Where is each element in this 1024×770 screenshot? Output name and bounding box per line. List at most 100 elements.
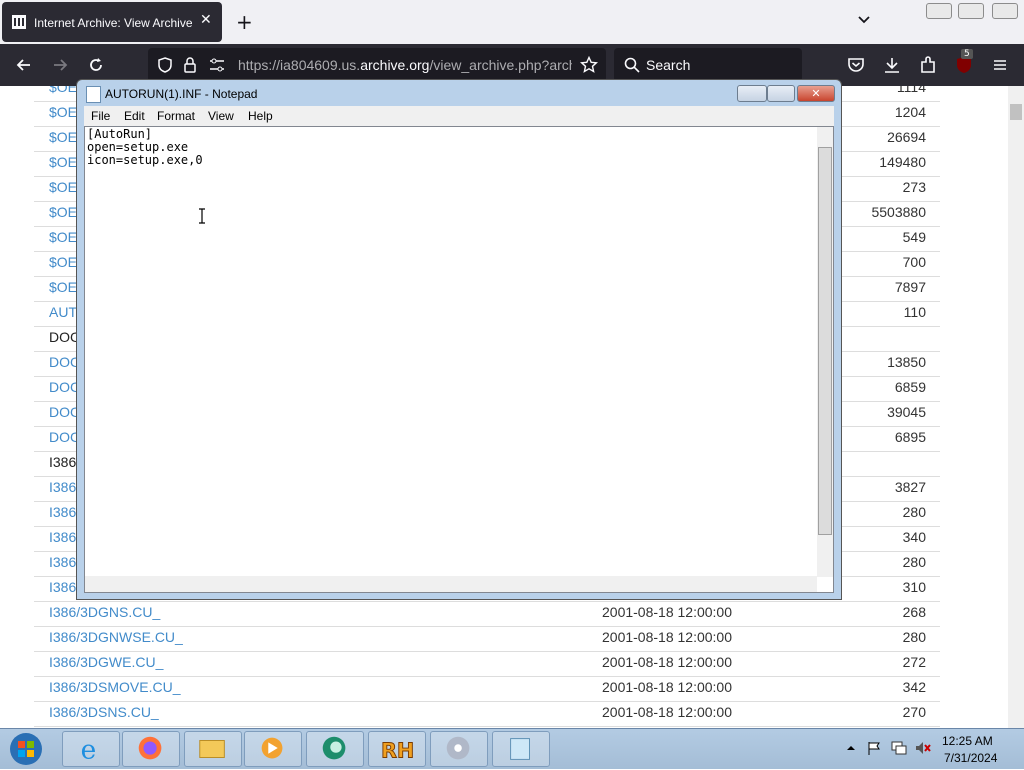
close-tab-icon[interactable]: ✕ — [200, 12, 212, 28]
chevron-up-icon[interactable] — [846, 743, 856, 753]
url-bar[interactable]: https://ia804609.us.archive.org/view_arc… — [148, 48, 606, 82]
firefox-icon[interactable] — [122, 731, 180, 767]
shield-icon[interactable] — [156, 56, 174, 74]
file-name-link[interactable]: $OE — [49, 129, 77, 145]
file-size: 26694 — [887, 129, 926, 145]
back-icon[interactable] — [14, 55, 34, 75]
pocket-icon[interactable] — [846, 55, 866, 75]
lock-icon[interactable] — [182, 56, 198, 74]
text-cursor-icon — [199, 208, 205, 224]
file-name-link[interactable]: I386 — [49, 529, 76, 545]
new-tab-button[interactable]: + — [236, 10, 253, 34]
file-name-link[interactable]: I386 — [49, 504, 76, 520]
file-size: 273 — [902, 179, 926, 195]
search-placeholder: Search — [646, 57, 691, 73]
media-player-icon[interactable] — [244, 731, 302, 767]
window-close-button[interactable] — [992, 3, 1018, 19]
file-name-link[interactable]: I386/3DSNS.CU_ — [49, 704, 159, 720]
forward-icon[interactable] — [50, 55, 70, 75]
table-row: I386/3DGNWSE.CU_ 2001-08-18 12:00:00 280 — [34, 626, 940, 652]
file-name-link[interactable]: $OE — [49, 179, 77, 195]
tab-internet-archive[interactable]: Internet Archive: View Archive ✕ — [2, 2, 222, 42]
file-size: 3827 — [894, 479, 926, 495]
window-restore-button[interactable] — [958, 3, 984, 19]
notepad-horizontal-scrollbar[interactable] — [85, 576, 817, 592]
file-date: 2001-08-18 12:00:00 — [602, 679, 732, 695]
notepad-text-area[interactable]: [AutoRun] open=setup.exe icon=setup.exe,… — [84, 126, 834, 593]
file-size: 7897 — [894, 279, 926, 295]
chevron-down-icon[interactable] — [856, 12, 872, 28]
page-scrollbar[interactable] — [1008, 86, 1024, 728]
file-size: 39045 — [887, 404, 926, 420]
notepad-close-button[interactable]: ✕ — [797, 85, 835, 102]
clock-time[interactable]: 12:25 AM — [942, 734, 993, 748]
notepad-window: AUTORUN(1).INF - Notepad ✕ File Edit For… — [76, 79, 842, 600]
app-icon[interactable] — [306, 731, 364, 767]
url-text[interactable]: https://ia804609.us.archive.org/view_arc… — [238, 57, 572, 73]
downloads-icon[interactable] — [882, 55, 902, 75]
extensions-icon[interactable] — [918, 55, 938, 75]
file-name-link[interactable]: I386 — [49, 554, 76, 570]
file-date: 2001-08-18 12:00:00 — [602, 704, 732, 720]
ie-icon[interactable]: e — [62, 731, 120, 767]
notepad-icon[interactable] — [492, 731, 550, 767]
notepad-maximize-button[interactable] — [767, 85, 795, 102]
resource-hacker-icon[interactable]: RH — [368, 731, 426, 767]
window-minimize-button[interactable] — [926, 3, 952, 19]
notepad-menubar: File Edit Format View Help — [84, 106, 834, 126]
svg-text:RH: RH — [381, 739, 414, 763]
taskbar: e RH 12:25 AM 7/31/2024 — [0, 728, 1024, 769]
file-size: 110 — [903, 304, 926, 320]
file-size: 6859 — [894, 379, 926, 395]
reload-icon[interactable] — [86, 55, 106, 75]
notepad-scroll-thumb[interactable] — [818, 147, 832, 535]
file-size: 149480 — [879, 154, 926, 170]
menu-edit[interactable]: Edit — [124, 109, 145, 123]
permissions-icon[interactable] — [208, 57, 226, 73]
file-name-link[interactable]: I386/3DGNS.CU_ — [49, 604, 160, 620]
file-name-link[interactable]: AUT — [49, 304, 77, 320]
file-size: 5503880 — [871, 204, 926, 220]
file-name-link[interactable]: $OE — [49, 86, 77, 95]
file-size: 1204 — [894, 104, 926, 120]
file-name-link[interactable]: I386 — [49, 479, 76, 495]
file-size: 700 — [902, 254, 926, 270]
page-scroll-thumb[interactable] — [1010, 104, 1022, 120]
flag-icon[interactable] — [866, 740, 882, 756]
bookmark-star-icon[interactable] — [580, 56, 598, 74]
menu-help[interactable]: Help — [248, 109, 273, 123]
file-size: 13850 — [887, 354, 926, 370]
url-domain: archive.org — [360, 57, 430, 73]
search-input[interactable]: Search — [614, 48, 802, 82]
file-name-link[interactable]: $OE — [49, 254, 77, 270]
start-icon[interactable] — [6, 731, 46, 767]
menu-view[interactable]: View — [208, 109, 234, 123]
extension-badge: 5 — [961, 49, 973, 59]
file-name-link[interactable]: I386/3DGWE.CU_ — [49, 654, 163, 670]
file-name-link[interactable]: I386/3DGNWSE.CU_ — [49, 629, 183, 645]
file-size: 342 — [902, 679, 926, 695]
file-size: 280 — [902, 629, 926, 645]
file-name-link[interactable]: $OE — [49, 204, 77, 220]
notepad-vertical-scrollbar[interactable] — [817, 127, 833, 577]
notepad-minimize-button[interactable] — [737, 85, 767, 102]
explorer-icon[interactable] — [184, 731, 242, 767]
url-prefix: https://ia804609.us. — [238, 57, 361, 73]
file-name-link[interactable]: I386/3DSMOVE.CU_ — [49, 679, 181, 695]
file-name-link[interactable]: $OE — [49, 154, 77, 170]
file-name-link[interactable]: $OE — [49, 104, 77, 120]
file-size: 280 — [902, 554, 926, 570]
file-size: 6895 — [894, 429, 926, 445]
file-name-link[interactable]: I386 — [49, 579, 76, 595]
network-icon[interactable] — [890, 740, 908, 756]
table-row: I386/3DGWE.CU_ 2001-08-18 12:00:00 272 — [34, 651, 940, 677]
file-content: [AutoRun] open=setup.exe icon=setup.exe,… — [87, 127, 203, 167]
menu-icon[interactable] — [990, 55, 1010, 75]
volume-muted-icon[interactable] — [914, 740, 932, 756]
dvd-icon[interactable] — [430, 731, 488, 767]
clock-date[interactable]: 7/31/2024 — [944, 751, 997, 765]
menu-format[interactable]: Format — [157, 109, 195, 123]
file-name-link[interactable]: $OE — [49, 279, 77, 295]
menu-file[interactable]: File — [91, 109, 110, 123]
file-name-link[interactable]: $OE — [49, 229, 77, 245]
